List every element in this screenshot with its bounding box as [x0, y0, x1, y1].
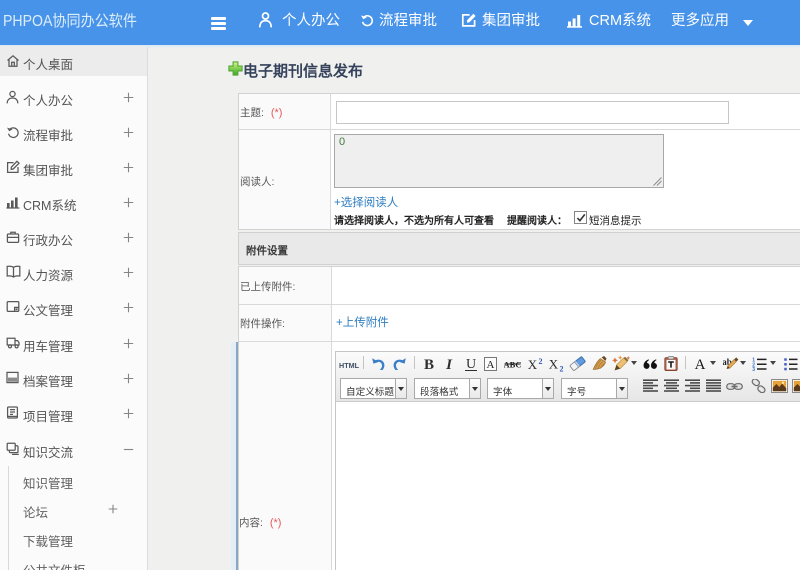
svg-text:I: I: [445, 357, 453, 372]
svg-text:3: 3: [752, 367, 755, 371]
svg-text:A: A: [486, 359, 494, 371]
svg-text:X: X: [527, 357, 537, 371]
svg-text:2: 2: [538, 357, 542, 366]
svg-text:HTML: HTML: [339, 361, 360, 369]
svg-text:U: U: [466, 357, 476, 372]
svg-text:X: X: [548, 358, 558, 372]
svg-text:B: B: [424, 357, 434, 372]
svg-text:2: 2: [559, 364, 563, 372]
svg-text:A: A: [695, 357, 706, 371]
